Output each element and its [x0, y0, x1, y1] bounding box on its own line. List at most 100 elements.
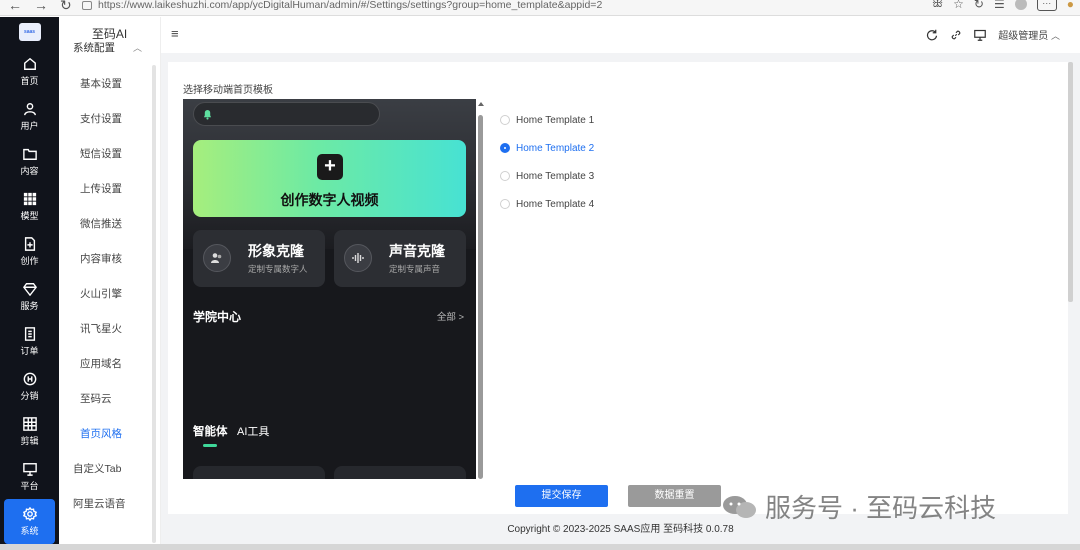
submenu-item-basic[interactable]: 基本设置 — [59, 67, 160, 102]
more-icon[interactable]: ··· — [1036, 0, 1057, 11]
chevron-up-icon: ︿ — [1050, 31, 1060, 41]
template-option-3[interactable]: Home Template 3 — [500, 162, 594, 190]
preview-create-banner: + 创作数字人视频 — [193, 140, 466, 217]
watermark-text: 服务号 · 至码云科技 — [765, 493, 997, 523]
rail-item-label: 内容 — [20, 165, 39, 176]
rail-item-label: 首页 — [20, 75, 39, 86]
address-url: https://www.laikeshuzhi.com/app/ycDigita… — [98, 0, 603, 11]
rail-item-system[interactable]: 系统 — [4, 499, 55, 544]
submenu-item-custom-tab[interactable]: 自定义Tab — [59, 452, 160, 487]
submenu-item-zhima-cloud[interactable]: 至码云 — [59, 382, 160, 417]
rail-item-label: 服务 — [20, 300, 39, 311]
preview-all-link: 全部 > — [436, 312, 464, 323]
submenu-item-home-style[interactable]: 首页风格 — [59, 417, 160, 452]
address-bar[interactable]: https://www.laikeshuzhi.com/app/ycDigita… — [82, 0, 902, 14]
submenu-item-sms[interactable]: 短信设置 — [59, 137, 160, 172]
rail-item-label: 系统 — [20, 525, 39, 536]
rail-item-clip[interactable]: 剪辑 — [0, 409, 59, 454]
forward-icon[interactable]: → — [34, 0, 48, 14]
plus-icon: + — [317, 154, 343, 180]
rail-item-order[interactable]: 订单 — [0, 319, 59, 364]
rail-item-distribution[interactable]: 分销 — [0, 364, 59, 409]
reload-icon[interactable]: ↻ — [60, 0, 72, 14]
rail-item-home[interactable]: 首页 — [0, 49, 59, 94]
submenu-item-upload[interactable]: 上传设置 — [59, 172, 160, 207]
file-plus-icon — [24, 236, 35, 251]
rail-item-content[interactable]: 内容 — [0, 139, 59, 184]
reset-button[interactable]: 数据重置 — [628, 485, 721, 507]
rail-item-model[interactable]: 模型 — [0, 184, 59, 229]
submenu-item-content-review[interactable]: 内容审核 — [59, 242, 160, 277]
scroll-thumb[interactable] — [478, 115, 483, 479]
collections-icon[interactable]: ☰ — [994, 0, 1005, 11]
template-option-2[interactable]: Home Template 2 — [500, 134, 594, 162]
rail-item-platform[interactable]: 平台 — [0, 454, 59, 499]
submenu-group-label: 系统配置 — [73, 41, 115, 54]
rail-item-label: 创作 — [20, 255, 39, 266]
radio-button-selected[interactable] — [500, 143, 510, 153]
content-scrollbar[interactable] — [1068, 62, 1073, 302]
reader-icon[interactable]: ꕥ — [932, 0, 943, 11]
rail-item-label: 平台 — [20, 480, 39, 491]
submenu-group-header[interactable]: 系统配置 ︿ — [59, 39, 160, 55]
menu-toggle-icon[interactable]: ≡ — [171, 26, 179, 41]
extensions-icon[interactable]: ↻ — [974, 0, 984, 11]
app-logo[interactable]: saas — [18, 23, 41, 41]
settings-submenu: 至码AI 系统配置 ︿ 基本设置 支付设置 短信设置 上传设置 微信推送 内容审… — [59, 17, 161, 544]
refresh-icon[interactable] — [926, 29, 938, 41]
page-info-icon[interactable] — [82, 0, 92, 10]
preview-tile1-sub: 定制专属数字人 — [248, 264, 308, 274]
submenu-item-wechat-push[interactable]: 微信推送 — [59, 207, 160, 242]
template-option-1[interactable]: Home Template 1 — [500, 106, 594, 134]
icon-rail: saas 首页 用户 内容 模型 创作 服务 订单 分销 剪辑 平台 系统 — [0, 17, 59, 544]
radio-button[interactable] — [500, 115, 510, 125]
template-option-label: Home Template 2 — [516, 142, 595, 154]
folder-icon — [22, 148, 37, 160]
rail-item-label: 剪辑 — [20, 435, 39, 446]
order-icon — [24, 326, 35, 341]
taskbar-strip — [0, 544, 1080, 550]
link-icon[interactable] — [950, 29, 962, 41]
rail-item-label: 模型 — [20, 210, 39, 221]
rail-item-user[interactable]: 用户 — [0, 94, 59, 139]
template-option-4[interactable]: Home Template 4 — [500, 190, 594, 218]
preview-tile2-sub: 定制专属声音 — [389, 264, 441, 274]
template-preview: + 创作数字人视频 形象克隆 定制专属数字人 声音克隆 定制专属声音 学院中心 … — [183, 99, 476, 479]
radio-button[interactable] — [500, 199, 510, 209]
preview-tile2-title: 声音克隆 — [389, 243, 445, 259]
radio-button[interactable] — [500, 171, 510, 181]
submenu-item-payment[interactable]: 支付设置 — [59, 102, 160, 137]
browser-toolbar: ← → ↻ https://www.laikeshuzhi.com/app/yc… — [0, 0, 1080, 16]
submenu-scrollbar[interactable] — [152, 65, 156, 543]
user-name: 超级管理员 — [998, 31, 1049, 42]
top-header: ≡ 超级管理员 ︿ — [161, 17, 1080, 53]
back-icon[interactable]: ← — [8, 0, 22, 14]
template-radio-group: Home Template 1 Home Template 2 Home Tem… — [500, 106, 594, 218]
submenu-item-domain[interactable]: 应用域名 — [59, 347, 160, 382]
rail-item-create[interactable]: 创作 — [0, 229, 59, 274]
rail-item-label: 订单 — [20, 345, 39, 356]
preview-scrollbar[interactable] — [477, 99, 485, 479]
rail-item-service[interactable]: 服务 — [0, 274, 59, 319]
scroll-up-arrow-icon[interactable] — [478, 102, 484, 106]
monitor-icon[interactable] — [974, 29, 987, 41]
preview-tile-avatar-clone: 形象克隆 定制专属数字人 — [193, 230, 325, 287]
user-menu[interactable]: 超级管理员 ︿ — [998, 27, 1060, 42]
template-option-label: Home Template 1 — [516, 114, 595, 126]
distribution-icon — [23, 372, 36, 385]
submenu-item-aliyun-voice[interactable]: 阿里云语音 — [59, 487, 160, 522]
favorite-icon[interactable]: ☆ — [953, 0, 964, 11]
watermark: 服务号 · 至码云科技 — [721, 488, 996, 525]
save-button[interactable]: 提交保存 — [515, 485, 608, 507]
header-actions: 超级管理员 ︿ — [926, 27, 1060, 42]
profile-avatar[interactable] — [1014, 0, 1027, 10]
preview-search-bar — [193, 102, 380, 126]
submenu-item-volcano[interactable]: 火山引擎 — [59, 277, 160, 312]
copilot-icon[interactable]: ● — [1067, 0, 1074, 11]
clip-icon — [22, 416, 37, 431]
chevron-up-icon: ︿ — [132, 42, 142, 53]
browser-tools: ꕥ ☆ ↻ ☰ ··· ● — [932, 0, 1074, 11]
submenu-item-xunfei[interactable]: 讯飞星火 — [59, 312, 160, 347]
preview-tab-indicator — [203, 444, 217, 447]
preview-card — [334, 466, 466, 479]
